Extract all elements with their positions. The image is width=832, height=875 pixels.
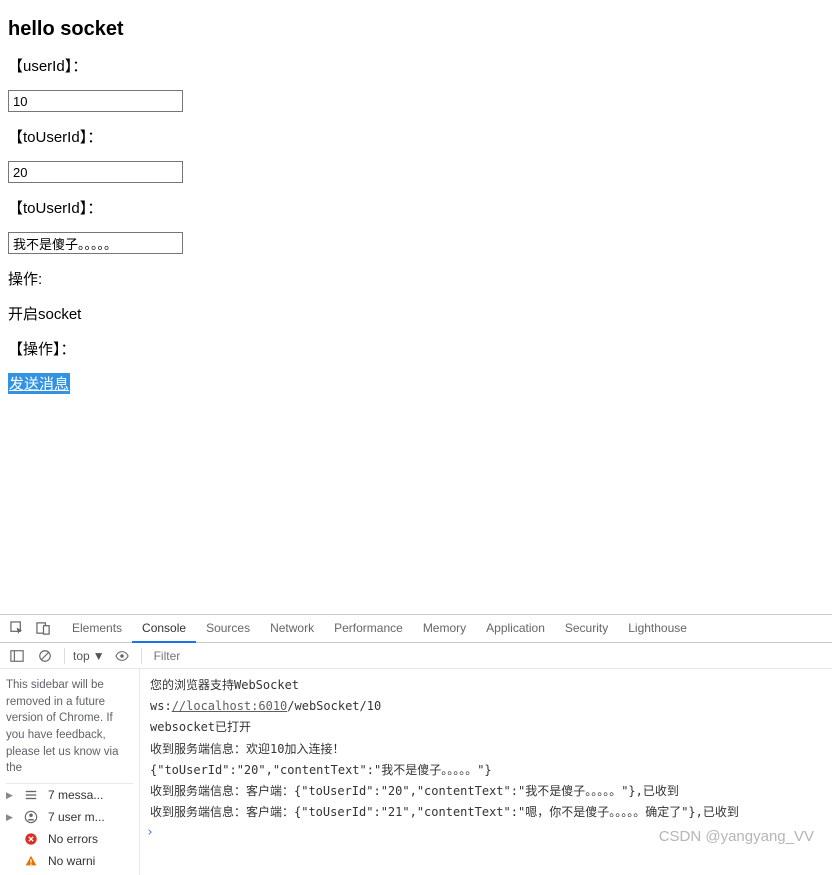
tab-sources[interactable]: Sources bbox=[196, 615, 260, 642]
sidebar-item[interactable]: No warni bbox=[6, 850, 133, 872]
tab-performance[interactable]: Performance bbox=[324, 615, 413, 642]
page-body: hello socket 【userId】： 【toUserId】： 【toUs… bbox=[0, 0, 832, 416]
clear-console-icon[interactable] bbox=[37, 648, 53, 664]
console-toolbar: top ▼ bbox=[0, 643, 832, 669]
filter-input[interactable] bbox=[150, 647, 826, 665]
inspect-icon[interactable] bbox=[9, 621, 25, 637]
chevron-right-icon: ▶ bbox=[6, 812, 14, 823]
page-title: hello socket bbox=[8, 18, 824, 41]
console-output: 您的浏览器支持WebSocketws://localhost:6010/webS… bbox=[140, 669, 832, 875]
devtools-panel: ElementsConsoleSourcesNetworkPerformance… bbox=[0, 614, 832, 875]
sidebar-item[interactable]: ▶ 7 user m... bbox=[6, 806, 133, 828]
send-message-link[interactable]: 发送消息 bbox=[8, 373, 70, 394]
sidebar-toggle-icon[interactable] bbox=[9, 648, 25, 664]
console-sidebar: This sidebar will be removed in a future… bbox=[0, 669, 140, 875]
console-log-line: 您的浏览器支持WebSocket bbox=[140, 675, 832, 696]
action2-label: 【操作】： bbox=[8, 338, 824, 359]
sidebar-item[interactable]: ▶ 7 messa... bbox=[6, 784, 133, 806]
tab-elements[interactable]: Elements bbox=[62, 615, 132, 642]
console-log-line: websocket已打开 bbox=[140, 717, 832, 738]
chevron-right-icon: ▶ bbox=[6, 790, 14, 801]
tab-application[interactable]: Application bbox=[476, 615, 555, 642]
context-dropdown[interactable]: top ▼ bbox=[73, 649, 105, 663]
content-label: 【toUserId】： bbox=[8, 197, 824, 218]
userid-input[interactable] bbox=[8, 90, 183, 112]
list-icon bbox=[23, 787, 39, 803]
console-log-line: {"toUserId":"20","contentText":"我不是傻子。。。… bbox=[140, 760, 832, 781]
sidebar-item-label: 7 user m... bbox=[48, 810, 105, 824]
tab-lighthouse[interactable]: Lighthouse bbox=[618, 615, 697, 642]
touserid-input[interactable] bbox=[8, 161, 183, 183]
chevron-down-icon: ▼ bbox=[93, 649, 105, 663]
tab-console[interactable]: Console bbox=[132, 615, 196, 643]
tab-memory[interactable]: Memory bbox=[413, 615, 476, 642]
sidebar-item-label: No errors bbox=[48, 832, 98, 846]
sidebar-item[interactable]: No errors bbox=[6, 828, 133, 850]
userid-label: 【userId】： bbox=[8, 55, 824, 76]
tab-security[interactable]: Security bbox=[555, 615, 618, 642]
action1-label: 操作: bbox=[8, 268, 824, 289]
content-input[interactable] bbox=[8, 232, 183, 254]
console-log-line: 收到服务端信息：欢迎10加入连接！ bbox=[140, 739, 832, 760]
tab-network[interactable]: Network bbox=[260, 615, 324, 642]
touserid-label: 【toUserId】： bbox=[8, 126, 824, 147]
devtools-tabbar: ElementsConsoleSourcesNetworkPerformance… bbox=[0, 615, 832, 643]
sidebar-item-label: 7 messa... bbox=[48, 788, 103, 802]
eye-icon[interactable] bbox=[114, 648, 130, 664]
sidebar-deprecation-msg: This sidebar will be removed in a future… bbox=[6, 677, 133, 777]
device-toggle-icon[interactable] bbox=[35, 621, 51, 637]
sidebar-item-label: No warni bbox=[48, 854, 95, 868]
open-socket-link[interactable]: 开启socket bbox=[8, 306, 81, 323]
console-log-line: 收到服务端信息：客户端：{"toUserId":"20","contentTex… bbox=[140, 781, 832, 802]
console-log-line: 收到服务端信息：客户端：{"toUserId":"21","contentTex… bbox=[140, 802, 832, 823]
warning-icon bbox=[23, 853, 39, 869]
error-icon bbox=[23, 831, 39, 847]
console-prompt[interactable]: › bbox=[140, 823, 832, 842]
user-icon bbox=[23, 809, 39, 825]
console-url-link[interactable]: //localhost:6010 bbox=[172, 699, 288, 713]
console-log-line: ws://localhost:6010/webSocket/10 bbox=[140, 696, 832, 717]
